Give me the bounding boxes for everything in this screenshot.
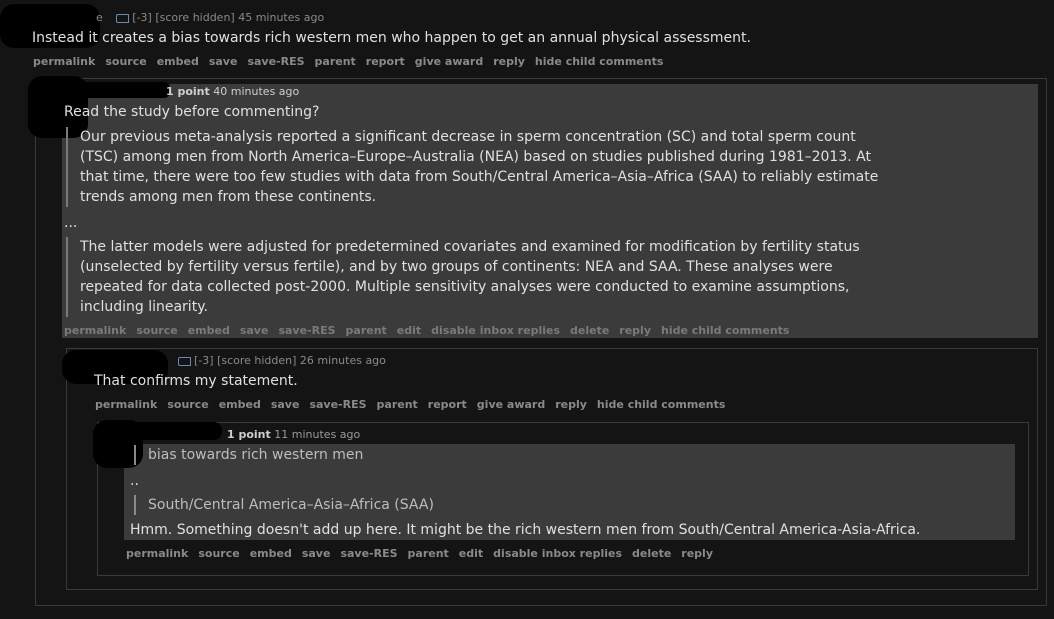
comment-actions: permalink source embed save save-RES parent re… xyxy=(33,55,673,68)
quote-line: that time, there were too few studies wi… xyxy=(80,169,879,185)
comment-body: Instead it creates a bias towards rich w… xyxy=(32,30,751,46)
score: [-3] xyxy=(132,11,152,24)
action-save[interactable]: save xyxy=(271,398,300,411)
action-source[interactable]: source xyxy=(105,55,146,68)
action-hide-children[interactable]: hide child comments xyxy=(597,398,725,411)
action-embed[interactable]: embed xyxy=(219,398,261,411)
action-disable-inbox-replies[interactable]: disable inbox replies xyxy=(431,324,560,337)
action-edit[interactable]: edit xyxy=(459,547,483,560)
comment-intro: Read the study before commenting? xyxy=(64,104,320,120)
action-reply[interactable]: reply xyxy=(493,55,525,68)
comment-actions: permalink source embed save save-RES parent re… xyxy=(95,398,735,411)
action-permalink[interactable]: permalink xyxy=(64,324,126,337)
comment-1-header: e [-3] [score hidden] 45 minutes ago xyxy=(96,11,324,24)
action-report[interactable]: report xyxy=(366,55,405,68)
action-embed[interactable]: embed xyxy=(157,55,199,68)
score: [-3] xyxy=(194,354,214,367)
action-permalink[interactable]: permalink xyxy=(126,547,188,560)
quote-line: (unselected by fertility versus fertile)… xyxy=(80,259,833,275)
action-give-award[interactable]: give award xyxy=(477,398,545,411)
action-save[interactable]: save xyxy=(209,55,238,68)
action-permalink[interactable]: permalink xyxy=(95,398,157,411)
comment-3-header: [-3] [score hidden] 26 minutes ago xyxy=(178,354,386,367)
redacted-username-bar xyxy=(110,422,222,440)
comment-actions: permalink source embed save save-RES parent ed… xyxy=(64,324,799,337)
action-source[interactable]: source xyxy=(198,547,239,560)
action-edit[interactable]: edit xyxy=(397,324,421,337)
comment-meta: [score hidden] 45 minutes ago xyxy=(155,11,325,24)
comment-meta: 40 minutes ago xyxy=(213,85,300,98)
comment-4-header: 1 point 11 minutes ago xyxy=(227,428,360,441)
action-source[interactable]: source xyxy=(167,398,208,411)
action-delete[interactable]: delete xyxy=(570,324,609,337)
action-hide-children[interactable]: hide child comments xyxy=(535,55,663,68)
action-save-res[interactable]: save-RES xyxy=(309,398,366,411)
action-save[interactable]: save xyxy=(240,324,269,337)
comment-meta: [score hidden] 26 minutes ago xyxy=(217,354,386,367)
tag-icon[interactable] xyxy=(116,13,130,23)
action-save-res[interactable]: save-RES xyxy=(278,324,335,337)
quote-line: Our previous meta-analysis reported a si… xyxy=(80,129,856,145)
action-hide-children[interactable]: hide child comments xyxy=(661,324,789,337)
action-permalink[interactable]: permalink xyxy=(33,55,95,68)
action-parent[interactable]: parent xyxy=(377,398,418,411)
ellipsis: .. xyxy=(130,473,139,489)
comment-body: That confirms my statement. xyxy=(94,373,298,389)
username[interactable]: e xyxy=(96,11,103,24)
blockquote: bias towards rich western men xyxy=(134,445,363,465)
action-give-award[interactable]: give award xyxy=(415,55,483,68)
quote-line: (TSC) among men from North America–Europ… xyxy=(80,149,871,165)
quote-line: repeated for data collected post-2000. M… xyxy=(80,279,850,295)
action-parent[interactable]: parent xyxy=(315,55,356,68)
action-parent[interactable]: parent xyxy=(408,547,449,560)
quote-line: The latter models were adjusted for pred… xyxy=(80,239,860,255)
action-reply[interactable]: reply xyxy=(555,398,587,411)
action-delete[interactable]: delete xyxy=(632,547,671,560)
comment-2-header: 1 point 40 minutes ago xyxy=(166,85,299,98)
comment-meta: 11 minutes ago xyxy=(274,428,361,441)
quote-line: trends among men from these continents. xyxy=(80,189,377,205)
action-reply[interactable]: reply xyxy=(619,324,651,337)
action-save[interactable]: save xyxy=(302,547,331,560)
action-disable-inbox-replies[interactable]: disable inbox replies xyxy=(493,547,622,560)
tag-icon[interactable] xyxy=(178,356,191,366)
action-parent[interactable]: parent xyxy=(346,324,387,337)
quote-line: including linearity. xyxy=(80,299,208,315)
action-save-res[interactable]: save-RES xyxy=(247,55,304,68)
comment-actions: permalink source embed save save-RES parent ed… xyxy=(126,547,723,560)
action-source[interactable]: source xyxy=(136,324,177,337)
action-report[interactable]: report xyxy=(428,398,467,411)
points: 1 point xyxy=(227,428,271,441)
action-reply[interactable]: reply xyxy=(681,547,713,560)
points: 1 point xyxy=(166,85,210,98)
action-embed[interactable]: embed xyxy=(188,324,230,337)
redacted-username-bar xyxy=(60,82,170,98)
blockquote: The latter models were adjusted for pred… xyxy=(66,237,860,317)
ellipsis: ... xyxy=(64,215,78,231)
action-embed[interactable]: embed xyxy=(250,547,292,560)
blockquote: Our previous meta-analysis reported a si… xyxy=(66,127,878,207)
action-save-res[interactable]: save-RES xyxy=(340,547,397,560)
comment-body: Hmm. Something doesn't add up here. It m… xyxy=(130,522,921,538)
blockquote: South/Central America–Asia–Africa (SAA) xyxy=(134,495,434,515)
